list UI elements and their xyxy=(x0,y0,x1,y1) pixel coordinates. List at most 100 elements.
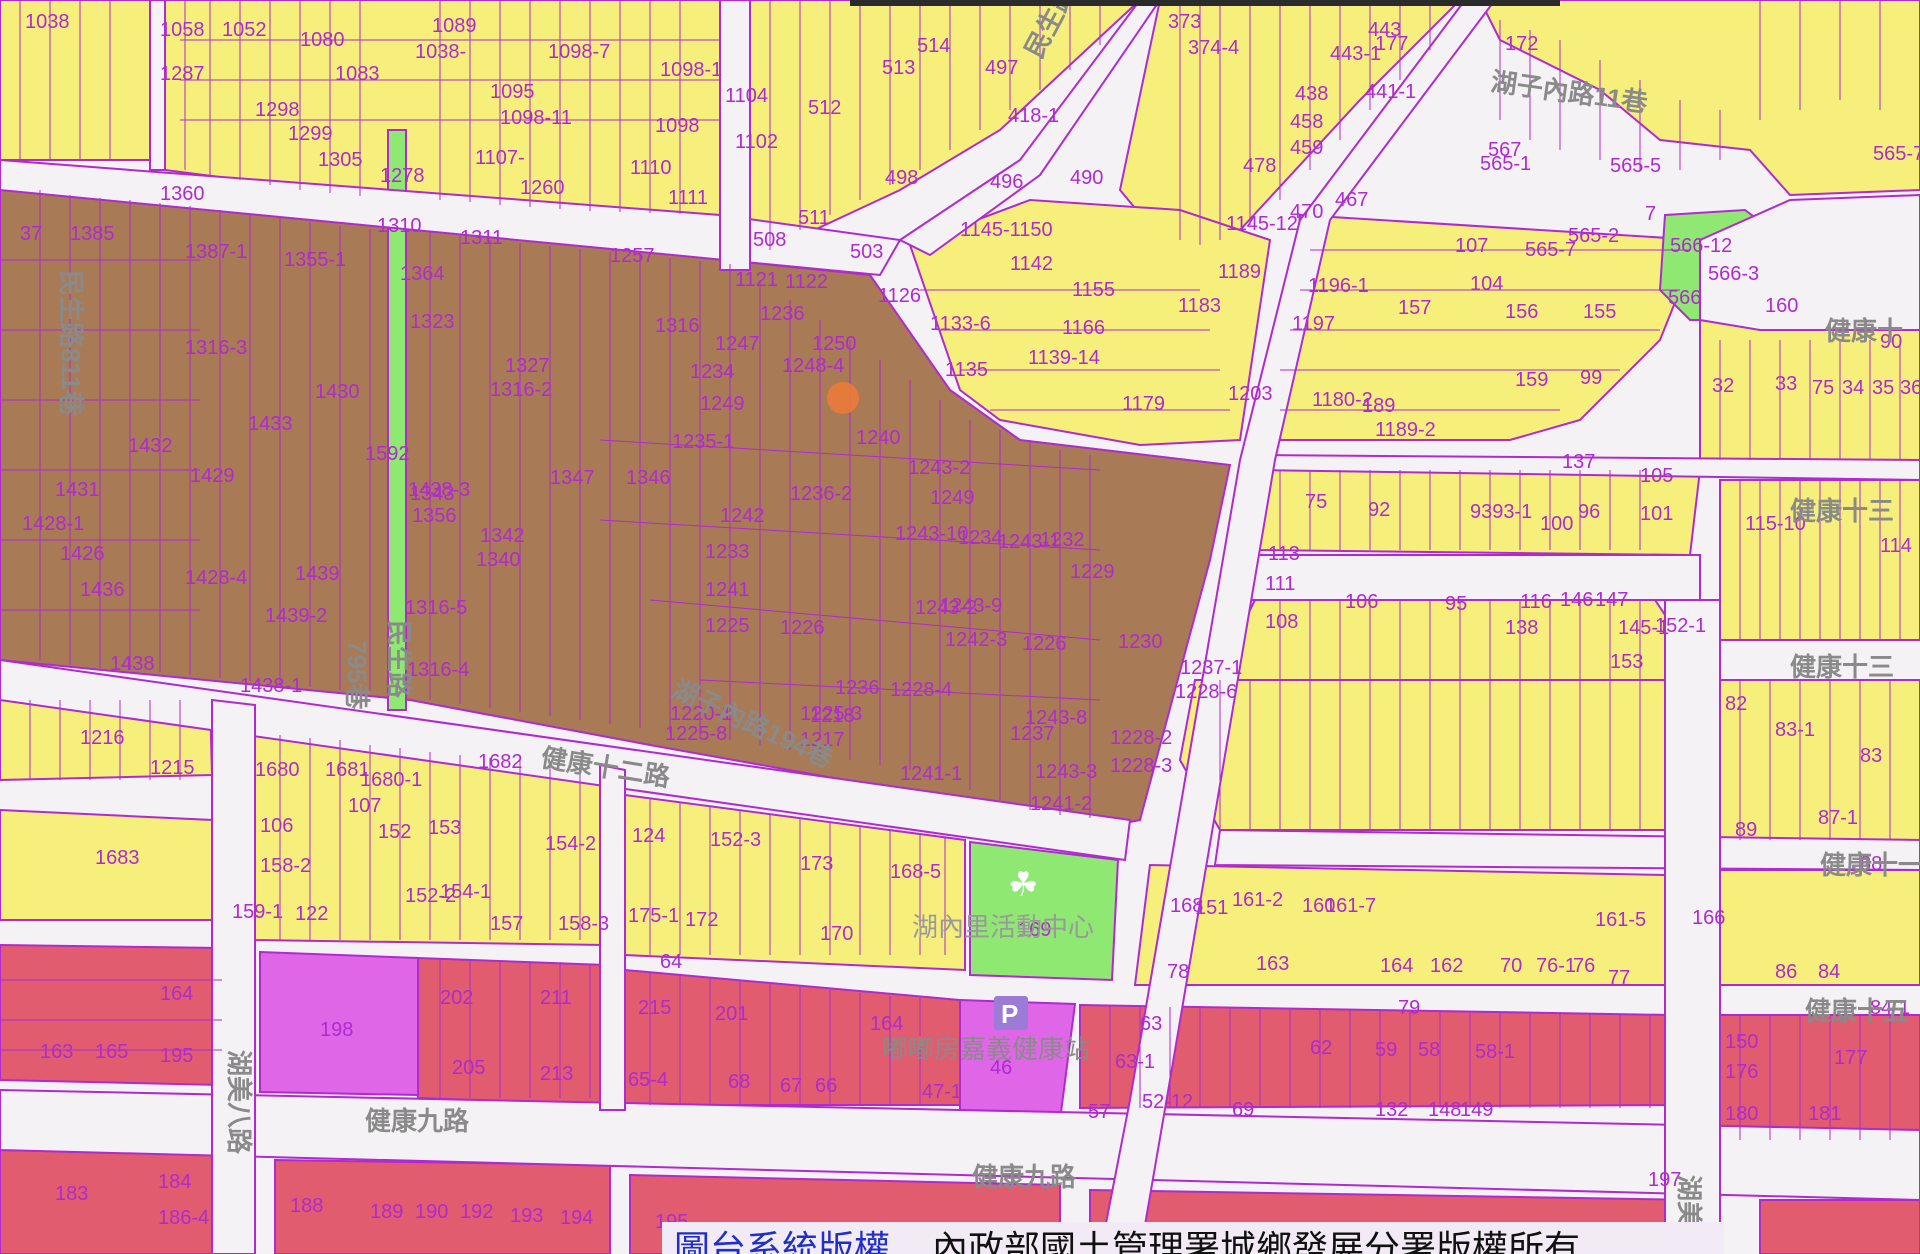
parcel-label: 1121 xyxy=(735,269,778,291)
parcel-label: 1189 xyxy=(1218,261,1261,283)
parcel-label: 1133-6 xyxy=(930,313,991,335)
parcel-label: 96 xyxy=(1578,501,1600,523)
parcel-label: 1240 xyxy=(856,427,901,449)
parcel-label: 1228-4 xyxy=(890,679,952,701)
parcel-label: 195 xyxy=(160,1045,193,1067)
parcel-label: 168-5 xyxy=(890,861,941,883)
parcel-label: 1122 xyxy=(785,271,828,293)
parcel-label: 114 xyxy=(1880,535,1912,557)
parcel-label: 1196-1 xyxy=(1308,275,1369,297)
parcel-label: 1250 xyxy=(812,333,857,355)
parcel-label: 189 xyxy=(370,1201,403,1223)
parcel-label: 1166 xyxy=(1062,317,1105,339)
parcel-label: 202 xyxy=(440,987,473,1009)
parcel-label: 1083 xyxy=(335,63,380,85)
parcel-label: 190 xyxy=(415,1201,448,1223)
location-marker[interactable] xyxy=(827,382,859,414)
parcel-label: 1327 xyxy=(505,355,550,377)
parcel-label: 1098-7 xyxy=(548,41,610,63)
zoning-map[interactable]: 1038 1058 1052 1089 1080 1038- 1098-7 10… xyxy=(0,0,1920,1254)
parcel-label: 152-3 xyxy=(710,829,761,851)
parcel-label: 1316-3 xyxy=(185,337,247,359)
parcel-label: 443-1 xyxy=(1330,43,1381,65)
parcel-label: 1142 xyxy=(1010,253,1053,275)
parcel-label: 184 xyxy=(158,1171,191,1193)
parcel-label: 514 xyxy=(917,35,950,57)
parcel-label: 1038 xyxy=(25,11,70,33)
parcel-label: 215 xyxy=(638,997,671,1019)
parcel-label: 162 xyxy=(1430,955,1463,977)
parcel-label: 498 xyxy=(885,167,918,189)
parcel-label: 57 xyxy=(1088,1101,1110,1123)
parcel-label: 65-4 xyxy=(628,1069,668,1091)
parcel-label: 107 xyxy=(348,795,381,817)
parcel-label: 1346 xyxy=(626,467,671,489)
parcel-label: 33 xyxy=(1775,373,1797,395)
parcel-label: 83 xyxy=(1860,745,1882,767)
street-label: 健康十一 xyxy=(1820,850,1920,880)
parcel-label: 1225-8 xyxy=(665,723,727,745)
parcel-label: 47-1 xyxy=(922,1081,962,1103)
parcel-label: 1235-1 xyxy=(672,431,734,453)
parcel-label: 64 xyxy=(660,951,682,973)
parcel-label: 1257 xyxy=(610,245,655,267)
parcel-label: 164 xyxy=(1380,955,1413,977)
parcel-label: 152-1 xyxy=(1655,615,1706,637)
parcel-label: 1052 xyxy=(222,19,267,41)
parcel-label: 565-1 xyxy=(1480,153,1531,175)
parcel-label: 1102 xyxy=(735,131,778,153)
parcel-label: 1355-1 xyxy=(284,249,346,271)
parcel-label: 1218 xyxy=(810,705,855,727)
parcel-label: 1098 xyxy=(655,115,700,137)
parcel-label: 150 xyxy=(1725,1031,1758,1053)
parcel-label: 1247 xyxy=(715,333,760,355)
parcel-label: 148 xyxy=(1428,1099,1461,1121)
parcel-label: 158-3 xyxy=(558,913,609,935)
parcel-label: 1438-1 xyxy=(240,675,302,697)
running-person-icon: ☘ xyxy=(1008,865,1038,905)
parcel-label: 1058 xyxy=(160,19,205,41)
parcel-label: 170 xyxy=(820,923,853,945)
parcel-label: 513 xyxy=(882,57,915,79)
street-label: 健康十五 xyxy=(1805,996,1909,1026)
parcel-label: 565-7 xyxy=(1873,143,1920,165)
parcel-label: 161-2 xyxy=(1232,889,1283,911)
parcel-label: 1299 xyxy=(288,123,333,145)
parcel-label: 1439-2 xyxy=(265,605,327,627)
street-label: 健康十 xyxy=(1825,316,1903,346)
parcel-label: 156 xyxy=(1505,301,1538,323)
parcel-label: 205 xyxy=(452,1057,485,1079)
parcel-label: 1225 xyxy=(705,615,750,637)
parcel-label: 1260 xyxy=(520,177,565,199)
parcel-label: 1155 xyxy=(1072,279,1115,301)
parcel-label: 79 xyxy=(1398,997,1420,1019)
parcel-label: 1139-14 xyxy=(1028,347,1100,369)
parcel-label: 1038- xyxy=(415,41,466,63)
parcel-label: 1228-2 xyxy=(1110,727,1172,749)
parcel-label: 111 xyxy=(1265,573,1295,595)
parcel-label: 1340 xyxy=(476,549,521,571)
parcel-label: 373 xyxy=(1168,11,1201,33)
parcel-label: 188 xyxy=(290,1195,323,1217)
street-label: 民生路 xyxy=(384,620,414,699)
street-label: 健康十三 xyxy=(1790,496,1894,526)
parcel-label: 1347 xyxy=(550,467,595,489)
parcel-label: 76 xyxy=(1573,955,1595,977)
parcel-label: 63-1 xyxy=(1115,1051,1155,1073)
parcel-label: 146 xyxy=(1560,589,1593,611)
parcel-label: 151 xyxy=(1195,897,1228,919)
parcel-label: 1360 xyxy=(160,183,205,205)
parcel-label: 153 xyxy=(428,817,461,839)
parcel-label: 67 xyxy=(780,1075,802,1097)
parcel-label: 75 xyxy=(1305,491,1327,513)
parcel-label: 189 xyxy=(1362,395,1395,417)
copyright-link[interactable]: 圖台系統版權 xyxy=(674,1222,890,1254)
street-label: 健康九路 xyxy=(972,1162,1077,1192)
parcel-label: 1228-6 xyxy=(1175,681,1237,703)
parcel-label: 1236 xyxy=(760,303,805,325)
parcel-label: 78 xyxy=(1167,961,1189,983)
parcel-label: 157 xyxy=(490,913,523,935)
parcel-label: 1237-1 xyxy=(1180,657,1242,679)
parcel-label: 441-1 xyxy=(1365,81,1416,103)
parcel-label: 1364 xyxy=(400,263,445,285)
